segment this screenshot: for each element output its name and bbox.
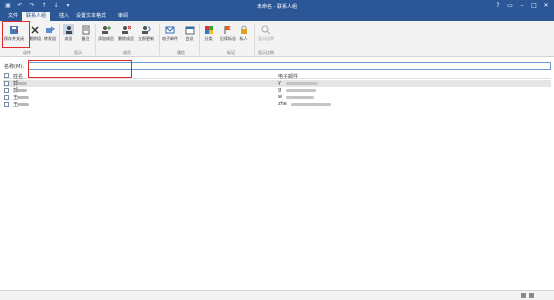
tab-file[interactable]: 文件	[4, 12, 22, 21]
redacted-text	[286, 82, 318, 85]
reading-view-icon[interactable]	[529, 293, 534, 298]
notes-button[interactable]: 备注	[80, 23, 91, 47]
update-now-button[interactable]: 立即更新	[138, 23, 154, 47]
contact-email: zhe	[278, 101, 287, 107]
remove-member-icon	[121, 24, 132, 35]
redacted-text	[286, 89, 316, 92]
follow-up-label: 后续标志	[220, 36, 236, 41]
ribbon: 保存并关闭 删除组 转发组 成员 备注 添加成员 删除成员 立即更新 电子邮件 …	[0, 21, 554, 57]
table-row[interactable]: 郭 y	[3, 80, 551, 87]
group-label-zoom: 显示比例	[258, 50, 274, 55]
remove-member-label: 删除成员	[118, 36, 134, 41]
follow-up-icon	[223, 24, 234, 35]
meeting-label: 会议	[185, 36, 194, 41]
group-label-show: 显示	[74, 50, 82, 55]
ribbon-display-icon[interactable]: ▭	[504, 1, 516, 11]
group-label-tags: 标记	[227, 50, 235, 55]
forward-group-button[interactable]: 转发组	[44, 23, 56, 47]
members-label: 成员	[64, 36, 73, 41]
status-bar	[0, 290, 554, 300]
highlight-save-close	[2, 21, 30, 48]
contact-icon	[4, 95, 9, 100]
ribbon-separator	[59, 24, 60, 55]
table-header: 姓名 电子邮件	[3, 72, 551, 80]
maximize-icon[interactable]: □	[528, 1, 540, 11]
update-now-icon	[141, 24, 152, 35]
update-now-label: 立即更新	[138, 36, 154, 41]
contact-email: w	[278, 94, 283, 100]
minimize-icon[interactable]: –	[516, 1, 528, 11]
group-label-members: 成员	[123, 50, 131, 55]
redacted-text	[17, 82, 27, 85]
ribbon-separator	[199, 24, 200, 55]
table-row[interactable]: 王 w	[3, 94, 551, 101]
redacted-text	[291, 103, 331, 106]
add-member-label: 添加成员	[98, 36, 114, 41]
delete-group-icon	[30, 24, 41, 35]
meeting-button[interactable]: 会议	[184, 23, 195, 47]
tab-insert[interactable]: 插入	[55, 12, 73, 21]
status-bar-icons	[521, 293, 534, 298]
email-label: 电子邮件	[162, 36, 178, 41]
tab-contact-group[interactable]: 联系人组	[22, 12, 51, 21]
meeting-icon	[184, 24, 195, 35]
redacted-text	[17, 96, 29, 99]
column-header-email[interactable]: 电子邮件	[278, 73, 298, 80]
delete-group-label: 删除组	[29, 36, 41, 41]
zoom-icon	[261, 24, 272, 35]
tab-review[interactable]: 审阅	[114, 12, 132, 21]
add-member-button[interactable]: 添加成员	[98, 23, 114, 47]
help-icon[interactable]: ?	[492, 1, 504, 11]
normal-view-icon[interactable]	[521, 293, 526, 298]
contact-email: y	[278, 80, 281, 86]
private-icon	[238, 24, 249, 35]
doc-icon	[4, 73, 9, 78]
group-label-communicate: 通信	[177, 50, 185, 55]
members-button[interactable]: 成员	[63, 23, 74, 47]
follow-up-button[interactable]: 后续标志	[220, 23, 236, 47]
categorize-label: 分类	[204, 36, 213, 41]
title-bar: ▣ ↶ ↷ ↑ ↓ ▾ 未命名 - 联系人组 ? ▭ – □ ✕	[0, 0, 554, 12]
redacted-text	[17, 103, 29, 106]
ribbon-separator	[254, 24, 255, 55]
contact-icon	[4, 81, 9, 86]
private-label: 私人	[239, 36, 248, 41]
ribbon-tabs: 文件 联系人组 插入 设置文本格式 审阅	[0, 12, 554, 21]
notes-label: 备注	[81, 36, 90, 41]
members-icon	[63, 24, 74, 35]
email-button[interactable]: 电子邮件	[162, 23, 178, 47]
contact-email: g	[278, 87, 282, 93]
window-controls: ? ▭ – □ ✕	[492, 1, 552, 11]
categorize-button[interactable]: 分类	[203, 23, 214, 47]
tab-format-text[interactable]: 设置文本格式	[72, 12, 110, 21]
redacted-text	[286, 96, 314, 99]
table-row[interactable]: 郭 g	[3, 87, 551, 94]
private-button[interactable]: 私人	[238, 23, 249, 47]
remove-member-button[interactable]: 删除成员	[118, 23, 134, 47]
table-row[interactable]: 王 zhe	[3, 101, 551, 108]
window-title: 未命名 - 联系人组	[257, 4, 297, 10]
zoom-label: 显示比例	[258, 36, 274, 41]
notes-icon	[80, 24, 91, 35]
group-label-actions: 动作	[23, 50, 31, 55]
categorize-icon	[203, 24, 214, 35]
ribbon-separator	[159, 24, 160, 55]
delete-group-button[interactable]: 删除组	[29, 23, 41, 47]
add-member-icon	[101, 24, 112, 35]
email-icon	[165, 24, 176, 35]
name-label: 名称(M):	[4, 64, 24, 70]
close-icon[interactable]: ✕	[540, 1, 552, 11]
zoom-button[interactable]: 显示比例	[258, 23, 274, 47]
contact-icon	[4, 102, 9, 107]
forward-group-icon	[45, 24, 56, 35]
redacted-text	[17, 89, 27, 92]
ribbon-separator	[95, 24, 96, 55]
forward-group-label: 转发组	[44, 36, 56, 41]
column-header-name[interactable]: 姓名	[13, 73, 23, 80]
contact-icon	[4, 88, 9, 93]
